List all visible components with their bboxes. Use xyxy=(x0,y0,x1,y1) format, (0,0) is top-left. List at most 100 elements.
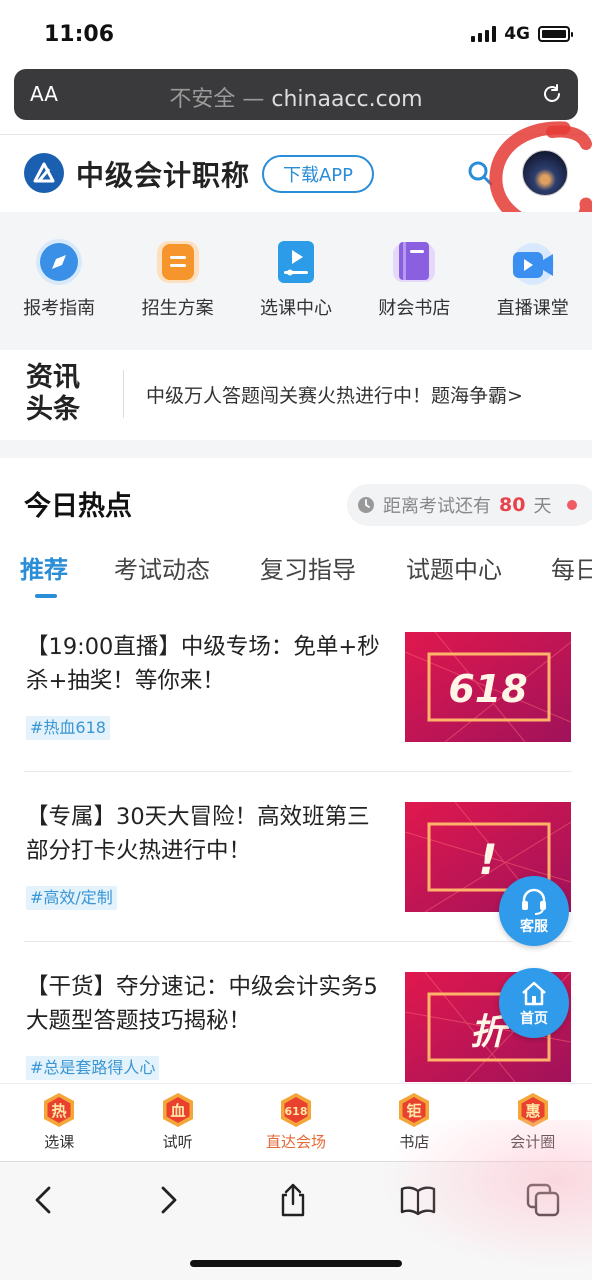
tabbar-label: 书店 xyxy=(399,1133,430,1151)
status-bar: 11:06 4G xyxy=(0,0,592,68)
tabs-icon[interactable] xyxy=(525,1182,561,1218)
back-icon[interactable] xyxy=(26,1182,62,1218)
service-label: 客服 xyxy=(520,918,548,935)
tab-daily[interactable]: 每日 xyxy=(551,550,592,585)
headset-icon xyxy=(522,888,546,915)
network-type: 4G xyxy=(504,24,530,44)
insecure-label: 不安全 — xyxy=(169,87,265,112)
tabbar-item-bookstore[interactable]: 钜 书店 xyxy=(355,1084,473,1161)
live-camera-icon xyxy=(511,243,554,285)
download-app-button[interactable]: 下载APP xyxy=(262,155,374,193)
article-title[interactable]: 【专属】30天大冒险！高效班第三部分打卡火热进行中！ xyxy=(26,800,392,868)
tabbar-label: 选课 xyxy=(44,1133,75,1151)
quick-nav: 报考指南 招生方案 选课中心 财会书店 直播课堂 xyxy=(0,212,592,350)
article-card[interactable]: 【专属】30天大冒险！高效班第三部分打卡火热进行中！ #高效/定制 ! xyxy=(24,800,572,950)
tabbar-label: 试听 xyxy=(162,1133,193,1151)
news-tag-line: 资讯 xyxy=(26,362,80,393)
nav-label: 报考指南 xyxy=(23,298,96,319)
tab-review-guide[interactable]: 复习指导 xyxy=(260,550,356,585)
status-indicators: 4G xyxy=(471,24,573,44)
tabbar-item-venue[interactable]: 618 直达会场 xyxy=(237,1084,355,1161)
home-icon xyxy=(522,981,546,1005)
nav-item-live[interactable]: 直播课堂 xyxy=(474,212,592,350)
divider xyxy=(123,370,124,418)
customer-service-button[interactable]: 客服 xyxy=(499,876,569,946)
nav-label: 招生方案 xyxy=(141,298,214,319)
blood-badge-icon: 血 xyxy=(162,1093,193,1127)
nav-label: 财会书店 xyxy=(378,298,451,319)
thumb-text: ! xyxy=(478,835,497,884)
divider xyxy=(24,771,572,772)
section-title: 今日热点 xyxy=(24,491,132,522)
news-headline[interactable]: 中级万人答题闯关赛火热进行中！题海争霸> xyxy=(146,381,523,408)
home-label: 首页 xyxy=(520,1010,548,1027)
nav-item-guide[interactable]: 报考指南 xyxy=(0,212,118,350)
tabbar-label: 会计圈 xyxy=(510,1133,556,1151)
active-tab-indicator xyxy=(35,594,57,598)
nav-item-courses[interactable]: 选课中心 xyxy=(237,212,355,350)
forward-icon[interactable] xyxy=(150,1182,186,1218)
divider xyxy=(24,941,572,942)
badge-text: 惠 xyxy=(525,1102,540,1120)
status-time: 11:06 xyxy=(44,22,115,47)
countdown-days: 80 xyxy=(499,494,526,516)
badge-text: 血 xyxy=(170,1102,185,1120)
badge-text: 钜 xyxy=(407,1102,422,1120)
battery-icon xyxy=(538,26,573,42)
home-indicator[interactable] xyxy=(190,1260,402,1267)
video-play-icon xyxy=(277,241,314,283)
notification-dot xyxy=(567,500,578,510)
nav-item-enrollment[interactable]: 招生方案 xyxy=(118,212,236,350)
tab-recommended[interactable]: 推荐 xyxy=(20,550,68,585)
news-ticker[interactable]: 资讯 头条 中级万人答题闯关赛火热进行中！题海争霸> xyxy=(0,350,592,440)
countdown-unit: 天 xyxy=(533,496,552,517)
tabbar-item-community[interactable]: 惠 会计圈 xyxy=(474,1084,592,1161)
url-display[interactable]: 不安全 — chinaacc.com xyxy=(14,81,578,113)
article-card[interactable]: 【19:00直播】中级专场：免单+秒杀+抽奖！等你来！ #热血618 618 xyxy=(24,630,572,780)
news-tag: 资讯 头条 xyxy=(26,362,94,426)
tabbar-label: 直达会场 xyxy=(265,1133,326,1151)
exam-countdown: 距离考试还有 80 天 xyxy=(347,484,592,526)
category-tabs: 推荐 考试动态 复习指导 试题中心 每日 xyxy=(0,548,592,598)
news-tag-line: 头条 xyxy=(26,394,80,425)
badge-text: 热 xyxy=(52,1102,67,1120)
site-title: 中级会计职称 xyxy=(76,159,251,192)
article-thumbnail[interactable]: 618 xyxy=(405,632,571,742)
tabbar-item-courses[interactable]: 热 选课 xyxy=(0,1084,118,1161)
thumb-text: 618 xyxy=(448,667,527,711)
avatar[interactable] xyxy=(522,150,568,196)
address-bar[interactable]: AA 不安全 — chinaacc.com xyxy=(14,69,578,120)
nav-label: 选课中心 xyxy=(259,298,332,319)
618-badge-icon: 618 xyxy=(280,1093,311,1127)
document-list-icon xyxy=(156,241,199,283)
tabbar-item-trial[interactable]: 血 试听 xyxy=(118,1084,236,1161)
home-float-button[interactable]: 首页 xyxy=(499,968,569,1038)
domain-text: chinaacc.com xyxy=(271,87,423,112)
bookmarks-icon[interactable] xyxy=(400,1182,436,1218)
tab-question-center[interactable]: 试题中心 xyxy=(406,550,502,585)
site-logo[interactable] xyxy=(24,153,64,193)
article-hashtag[interactable]: #高效/定制 xyxy=(26,886,117,910)
discount-badge-icon: 钜 xyxy=(399,1093,430,1127)
reload-icon[interactable] xyxy=(540,82,564,106)
article-title[interactable]: 【干货】夺分速记：中级会计实务5大题型答题技巧揭秘！ xyxy=(26,970,392,1038)
search-icon[interactable] xyxy=(466,159,494,187)
benefit-badge-icon: 惠 xyxy=(517,1093,548,1127)
nav-item-bookstore[interactable]: 财会书店 xyxy=(355,212,473,350)
signal-icon xyxy=(471,26,497,42)
logo-icon xyxy=(33,162,55,183)
clock-icon xyxy=(358,497,374,513)
site-header: 中级会计职称 下载APP xyxy=(0,135,592,212)
article-hashtag[interactable]: #热血618 xyxy=(26,716,110,740)
nav-label: 直播课堂 xyxy=(496,298,569,319)
bottom-tab-bar: 热 选课 血 试听 618 直达会场 钜 书店 惠 会计圈 xyxy=(0,1083,592,1161)
badge-text: 618 xyxy=(284,1105,307,1118)
article-hashtag[interactable]: #总是套路得人心 xyxy=(26,1056,160,1080)
tab-exam-news[interactable]: 考试动态 xyxy=(114,550,210,585)
share-icon[interactable] xyxy=(275,1182,311,1218)
book-icon xyxy=(393,242,436,282)
compass-icon xyxy=(36,239,83,285)
countdown-prefix: 距离考试还有 xyxy=(383,496,491,517)
article-title[interactable]: 【19:00直播】中级专场：免单+秒杀+抽奖！等你来！ xyxy=(26,630,392,698)
section-gap xyxy=(0,440,592,458)
